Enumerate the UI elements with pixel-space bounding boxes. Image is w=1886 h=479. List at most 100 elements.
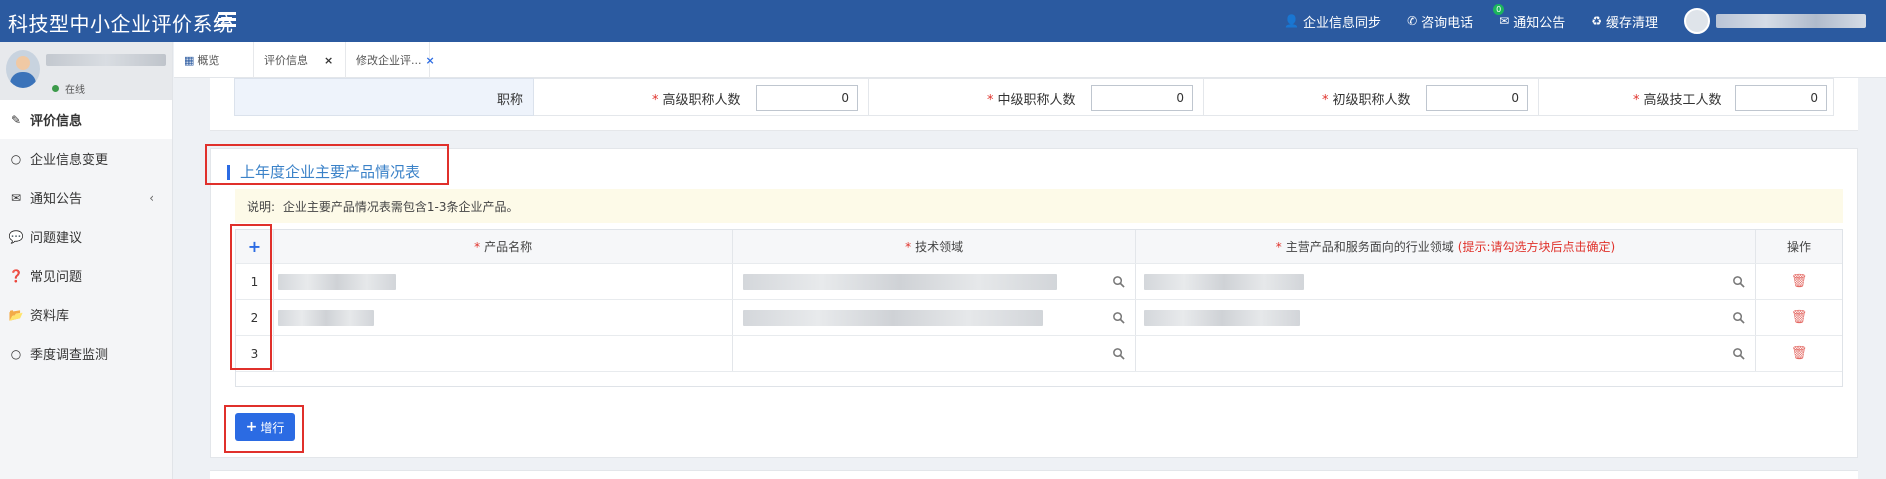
- search-icon[interactable]: [1732, 347, 1745, 360]
- titles-card: 职称 * 高级职称人数 0 * 中级职称人数 0 * 初级职称人数 0 * 高级技工人数…: [210, 78, 1858, 131]
- menu-toggle-icon[interactable]: [218, 9, 236, 31]
- close-icon[interactable]: ×: [426, 54, 435, 67]
- header-tech-field: * 技术领域: [733, 230, 1136, 263]
- notice-text: 企业主要产品情况表需包含1-3条企业产品。: [282, 200, 519, 214]
- online-dot-icon: [52, 85, 59, 92]
- action-cell: 🗑: [1756, 336, 1842, 371]
- table-row: 1 🗑: [236, 264, 1842, 300]
- sidebar-item-suggestions[interactable]: 💬 问题建议: [0, 217, 172, 256]
- trash-icon[interactable]: 🗑: [1791, 274, 1808, 289]
- junior-title-input[interactable]: 0: [1426, 85, 1528, 111]
- nav-cache-label: 缓存清理: [1605, 15, 1658, 31]
- top-header: 科技型中小企业评价系统 👤 企业信息同步 ✆ 咨询电话 0 ✉ 通知公告 ♻ 缓…: [0, 0, 1886, 42]
- edit-icon: ✎: [10, 112, 22, 127]
- highlight-box-add-button: [224, 405, 304, 453]
- search-icon[interactable]: [1732, 311, 1745, 324]
- senior-technician-group: * 高级技工人数 0: [1539, 78, 1834, 116]
- senior-technician-input[interactable]: 0: [1735, 85, 1827, 111]
- sidebar-item-label: 常见问题: [30, 270, 83, 285]
- trash-icon[interactable]: 🗑: [1791, 310, 1808, 325]
- junior-title-group: * 初级职称人数 0: [1204, 78, 1539, 116]
- nav-clear-cache[interactable]: ♻ 缓存清理: [1591, 12, 1658, 31]
- junior-title-label: * 初级职称人数: [1322, 93, 1411, 108]
- titles-row-label: 职称: [496, 93, 523, 108]
- app-title: 科技型中小企业评价系统: [8, 12, 234, 36]
- nav-notices-label: 通知公告: [1513, 15, 1566, 31]
- nav-sync-company[interactable]: 👤 企业信息同步: [1284, 12, 1381, 31]
- industry-field-input[interactable]: [1136, 336, 1757, 371]
- tab-label: 修改企业评...: [356, 54, 422, 67]
- titles-row-header: 职称: [234, 78, 534, 116]
- product-name-input[interactable]: [274, 336, 734, 371]
- notice-badge: 0: [1493, 3, 1505, 15]
- middle-title-label: * 中级职称人数: [987, 93, 1076, 108]
- action-cell: 🗑: [1756, 264, 1842, 299]
- sidebar-item-quarterly-survey[interactable]: ○ 季度调查监测: [0, 334, 172, 373]
- search-icon[interactable]: [1112, 311, 1125, 324]
- sidebar-item-label: 评价信息: [30, 114, 83, 129]
- table-row: 3 🗑: [236, 336, 1842, 372]
- chevron-left-icon: ‹: [149, 190, 154, 205]
- tab-label: 评价信息: [264, 54, 308, 67]
- products-table: + * 产品名称 * 技术领域 * 主营产品和服务面向的行业领域 (提示:请勾选方块后点…: [235, 229, 1843, 387]
- industry-field-input[interactable]: [1136, 264, 1757, 299]
- sidebar-item-label: 季度调查监测: [30, 348, 109, 363]
- mail-icon: ✉: [10, 190, 22, 205]
- header-product-name: * 产品名称: [274, 230, 734, 263]
- search-icon[interactable]: [1112, 275, 1125, 288]
- notice-label: 说明:: [247, 200, 276, 214]
- tab-overview[interactable]: ▦ 概览: [174, 42, 254, 78]
- header-username-blurred[interactable]: [1716, 14, 1866, 28]
- sidebar-item-label: 通知公告: [30, 192, 83, 207]
- sidebar-item-label: 问题建议: [30, 231, 83, 246]
- nav-consult-phone[interactable]: ✆ 咨询电话: [1407, 12, 1473, 31]
- nav-sync-label: 企业信息同步: [1303, 15, 1382, 31]
- dashboard-icon: ▦: [184, 53, 195, 67]
- tab-edit-evaluation[interactable]: 修改企业评... ×: [346, 42, 435, 78]
- industry-field-input[interactable]: [1136, 300, 1757, 335]
- highlight-box-index-column: [230, 224, 272, 370]
- mail-icon: ✉: [1499, 14, 1510, 28]
- search-icon[interactable]: [1732, 275, 1745, 288]
- senior-title-group: * 高级职称人数 0: [534, 78, 869, 116]
- trash-icon[interactable]: 🗑: [1791, 346, 1808, 361]
- table-header-row: + * 产品名称 * 技术领域 * 主营产品和服务面向的行业领域 (提示:请勾选方块后点…: [236, 230, 1842, 264]
- product-name-input[interactable]: [274, 264, 734, 299]
- phone-icon: ✆: [1407, 14, 1418, 28]
- next-card-edge: [210, 470, 1858, 479]
- middle-title-input[interactable]: 0: [1091, 85, 1193, 111]
- sidebar-item-library[interactable]: 📂 资料库: [0, 295, 172, 334]
- sidebar-username-blurred: [46, 54, 166, 66]
- main-content: 职称 * 高级职称人数 0 * 中级职称人数 0 * 初级职称人数 0 * 高级技工人数…: [174, 78, 1886, 479]
- senior-title-input[interactable]: 0: [756, 85, 858, 111]
- online-status: 在线: [52, 81, 85, 96]
- table-footer-spacer: [236, 372, 1842, 386]
- highlight-box-title: [205, 144, 449, 185]
- sidebar-item-label: 资料库: [30, 309, 70, 324]
- tech-field-input[interactable]: [733, 300, 1136, 335]
- tech-field-input[interactable]: [733, 336, 1136, 371]
- sidebar-item-evaluation[interactable]: ✎ 评价信息: [0, 100, 172, 139]
- question-icon: ❓: [8, 268, 24, 283]
- senior-technician-label: * 高级技工人数: [1633, 93, 1722, 108]
- header-action: 操作: [1787, 240, 1812, 254]
- search-icon[interactable]: [1112, 347, 1125, 360]
- sidebar-item-notices[interactable]: ✉ 通知公告 ‹: [0, 178, 172, 217]
- folder-icon: 📂: [8, 307, 24, 322]
- sidebar: 在线 ✎ 评价信息 ○ 企业信息变更 ✉ 通知公告 ‹ 💬 问题建议 ❓ 常见问…: [0, 42, 173, 479]
- close-icon[interactable]: ×: [324, 54, 333, 67]
- tab-evaluation-info[interactable]: 评价信息 ×: [254, 42, 346, 78]
- tech-field-input[interactable]: [733, 264, 1136, 299]
- product-name-input[interactable]: [274, 300, 734, 335]
- recycle-icon: ♻: [1591, 14, 1602, 28]
- nav-phone-label: 咨询电话: [1421, 15, 1474, 31]
- circle-icon: ○: [10, 346, 22, 361]
- table-row: 2 🗑: [236, 300, 1842, 336]
- products-card: 上年度企业主要产品情况表 说明: 企业主要产品情况表需包含1-3条企业产品。 +…: [205, 144, 1858, 458]
- header-avatar[interactable]: [1684, 8, 1710, 34]
- sidebar-item-company-change[interactable]: ○ 企业信息变更: [0, 139, 172, 178]
- user-icon: 👤: [1284, 14, 1300, 28]
- nav-notices[interactable]: 0 ✉ 通知公告: [1493, 3, 1566, 31]
- notice-bar: 说明: 企业主要产品情况表需包含1-3条企业产品。: [235, 189, 1843, 223]
- sidebar-item-faq[interactable]: ❓ 常见问题: [0, 256, 172, 295]
